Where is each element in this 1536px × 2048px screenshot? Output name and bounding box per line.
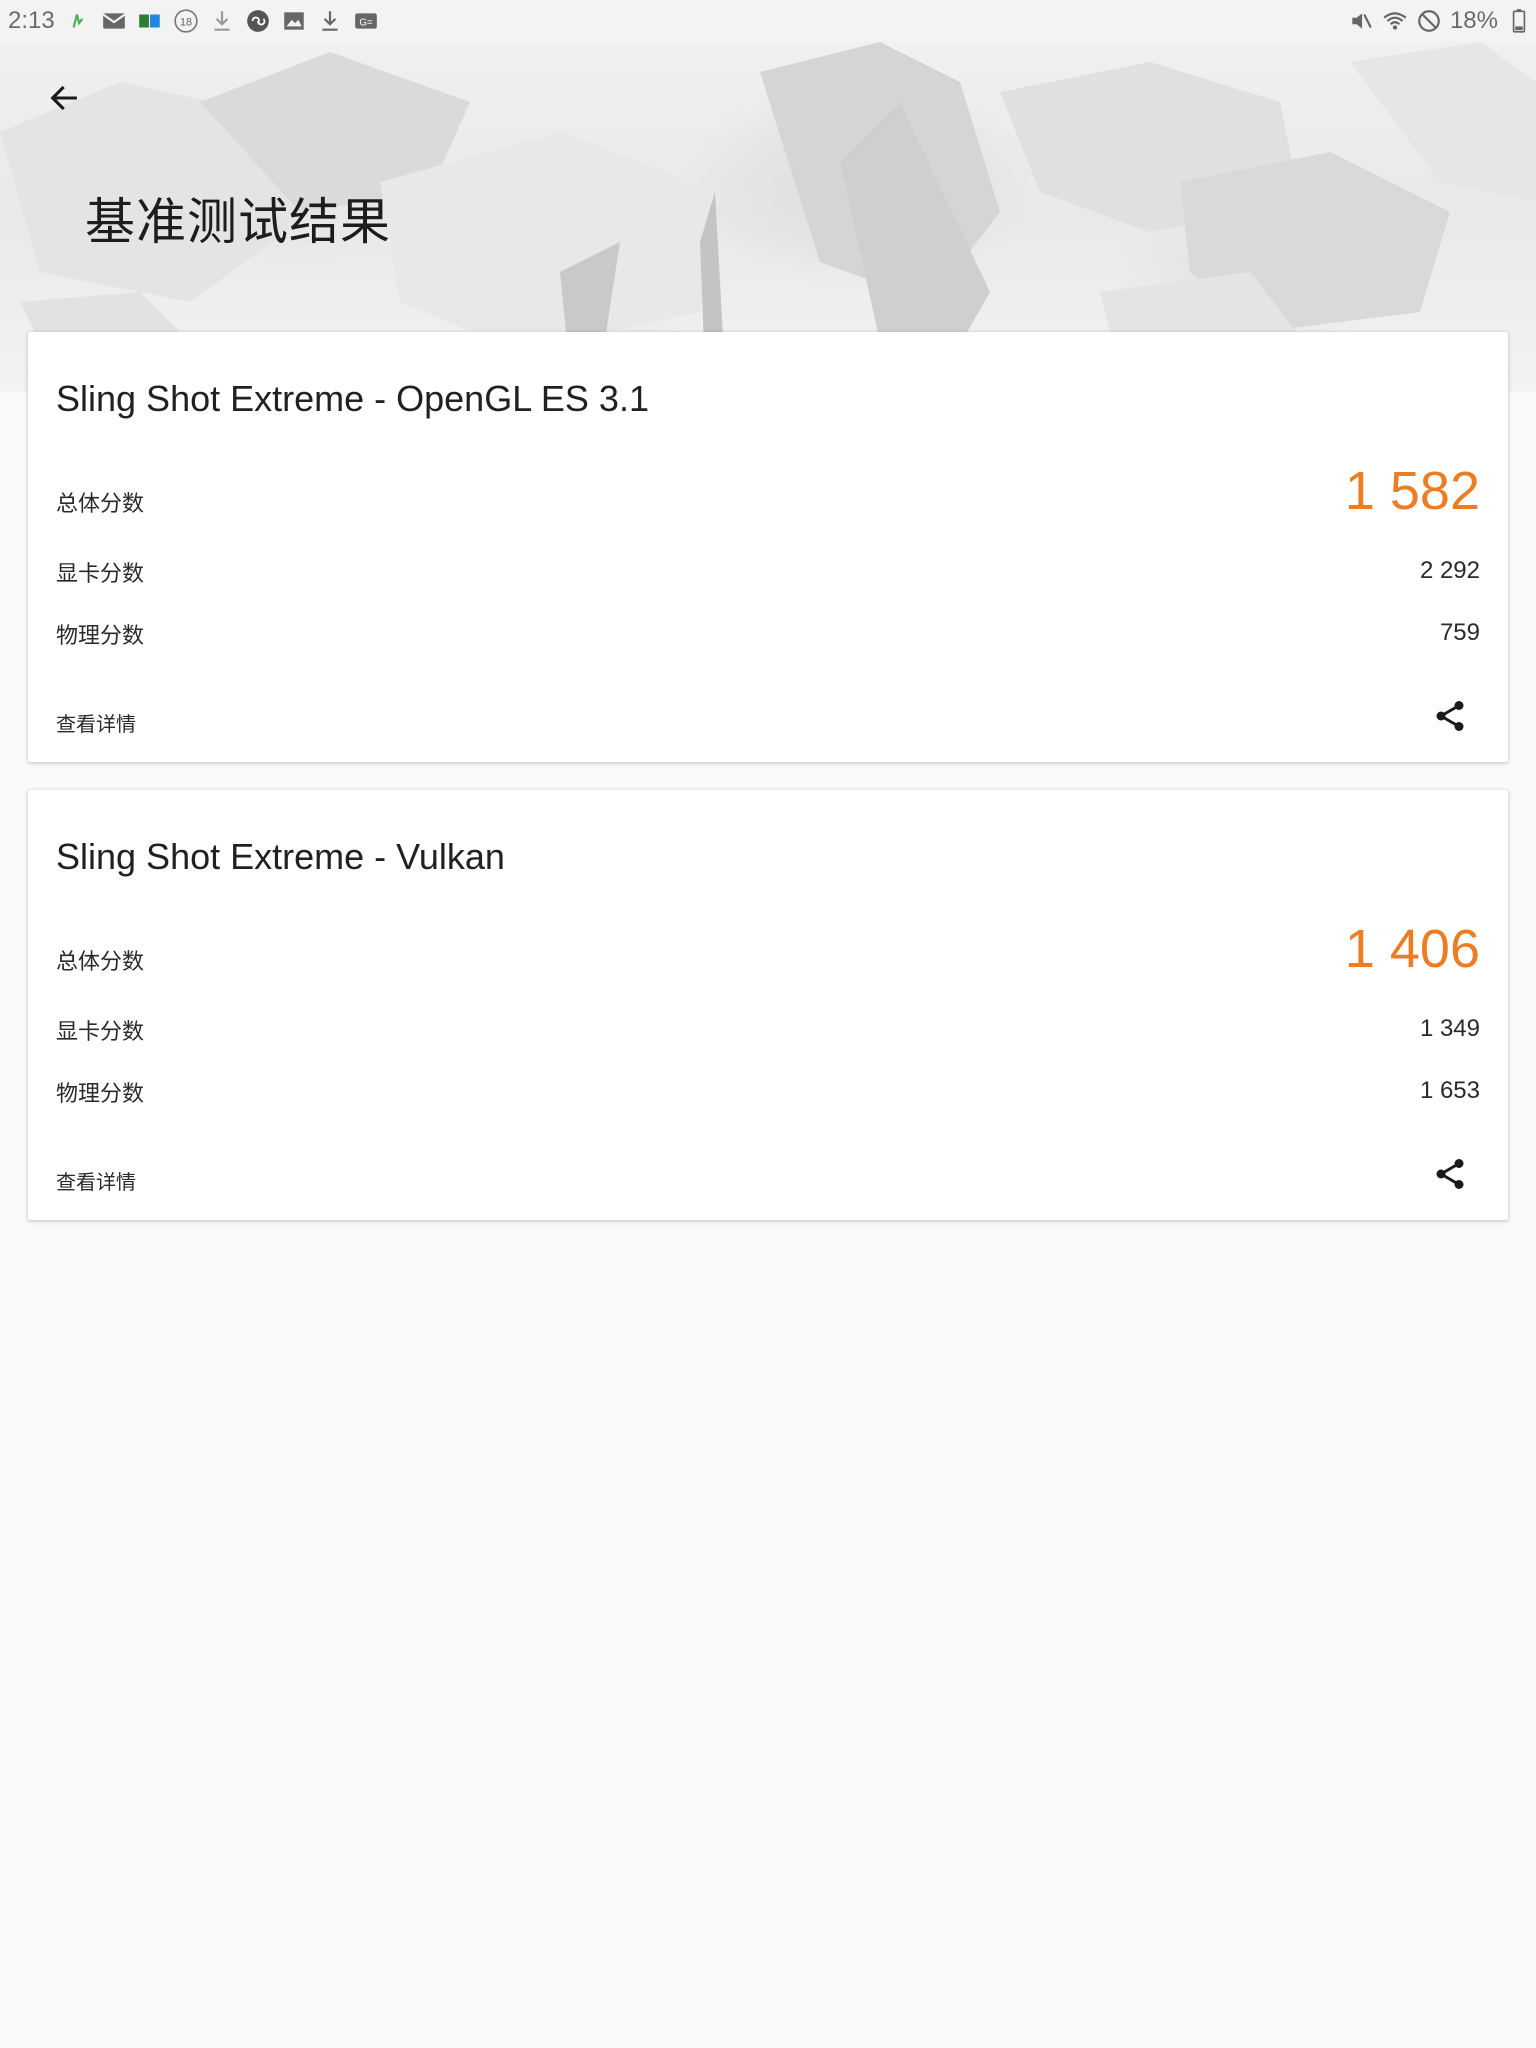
- view-details-link[interactable]: 查看详情: [56, 1166, 136, 1195]
- result-card-vulkan: Sling Shot Extreme - Vulkan 总体分数 1 406 显…: [28, 790, 1508, 1220]
- overall-score-label: 总体分数: [56, 492, 145, 517]
- graphics-score-value: 1 349: [1419, 1015, 1480, 1042]
- mute-icon: [1348, 8, 1374, 34]
- status-bar: 2:13 18 G= 18%: [0, 0, 1536, 42]
- download-icon: [317, 8, 343, 34]
- physics-score-label: 物理分数: [56, 1082, 145, 1107]
- no-disturb-icon: [1416, 8, 1442, 34]
- back-button[interactable]: [38, 72, 90, 124]
- view-details-link[interactable]: 查看详情: [56, 708, 136, 737]
- overall-score-label: 总体分数: [56, 950, 145, 975]
- graphics-score-label: 显卡分数: [56, 562, 145, 587]
- graphics-score-label: 显卡分数: [56, 1020, 145, 1045]
- battery-icon: [1506, 8, 1532, 34]
- activity-icon: [65, 8, 91, 34]
- physics-score-value: 1 653: [1419, 1077, 1480, 1104]
- share-icon: [1436, 1159, 1464, 1189]
- wifi-icon: [1382, 8, 1408, 34]
- result-title: Sling Shot Extreme - OpenGL ES 3.1: [56, 378, 649, 419]
- card-icon: G=: [353, 8, 379, 34]
- svg-text:18: 18: [180, 16, 192, 28]
- result-card-opengl: Sling Shot Extreme - OpenGL ES 3.1 总体分数 …: [28, 332, 1508, 762]
- graphics-score-value: 2 292: [1419, 557, 1480, 584]
- share-button[interactable]: [1428, 694, 1472, 738]
- battery-percent: 18%: [1449, 7, 1498, 34]
- page-title: 基准测试结果: [85, 193, 391, 251]
- physics-score-label: 物理分数: [56, 624, 145, 649]
- sync-icon: [245, 8, 271, 34]
- physics-score-value: 759: [1439, 619, 1480, 646]
- overall-score-value: 1 406: [1344, 919, 1480, 979]
- result-title: Sling Shot Extreme - Vulkan: [56, 836, 505, 877]
- share-button[interactable]: [1428, 1152, 1472, 1196]
- overall-score-value: 1 582: [1344, 461, 1480, 521]
- download-icon: [209, 8, 235, 34]
- books-icon: [137, 8, 163, 34]
- share-icon: [1436, 701, 1464, 731]
- status-bar-right: 18%: [1348, 7, 1532, 35]
- image-icon: [281, 8, 307, 34]
- arrow-back-icon: [50, 85, 77, 111]
- badge-18-icon: 18: [173, 8, 199, 34]
- svg-text:G=: G=: [359, 17, 373, 28]
- status-bar-left: 2:13 18 G=: [8, 7, 379, 35]
- mail-icon: [101, 8, 127, 34]
- status-time: 2:13: [8, 7, 55, 34]
